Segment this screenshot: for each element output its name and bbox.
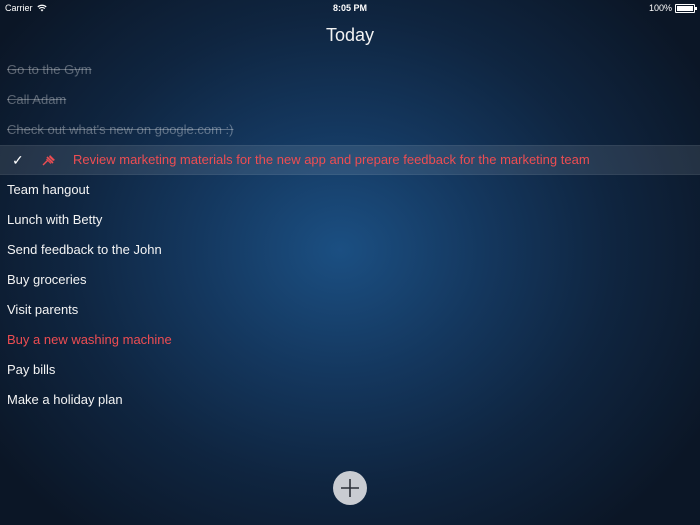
task-row-selected[interactable]: ✓ Review marketing materials for the new… xyxy=(0,145,700,175)
battery-label: 100% xyxy=(648,3,672,13)
add-task-button[interactable] xyxy=(333,471,367,505)
task-label: Go to the Gym xyxy=(7,62,92,77)
pin-icon[interactable] xyxy=(42,154,56,166)
task-row[interactable]: Lunch with Betty xyxy=(0,205,700,235)
status-right: 100% xyxy=(648,3,697,13)
status-time: 8:05 PM xyxy=(332,3,367,13)
task-row[interactable]: Buy groceries xyxy=(0,265,700,295)
task-label: Visit parents xyxy=(7,302,79,317)
task-list: Go to the Gym Call Adam Check out what's… xyxy=(0,55,700,415)
task-label: Lunch with Betty xyxy=(7,212,103,227)
task-label: Send feedback to the John xyxy=(7,242,162,257)
task-row[interactable]: Send feedback to the John xyxy=(0,235,700,265)
task-label: Check out what's new on google.com :) xyxy=(7,122,234,137)
task-row[interactable]: Go to the Gym xyxy=(0,55,700,85)
task-label: Review marketing materials for the new a… xyxy=(73,152,590,167)
task-row[interactable]: Check out what's new on google.com :) xyxy=(0,115,700,145)
plus-icon xyxy=(341,479,359,497)
task-row[interactable]: Pay bills xyxy=(0,355,700,385)
status-bar: Carrier 8:05 PM 100% xyxy=(0,0,700,16)
task-row[interactable]: Call Adam xyxy=(0,85,700,115)
check-icon[interactable]: ✓ xyxy=(12,146,24,174)
battery-icon xyxy=(675,3,697,13)
page-title: Today xyxy=(325,25,375,45)
task-label: Team hangout xyxy=(7,182,90,197)
task-row[interactable]: Buy a new washing machine xyxy=(0,325,700,355)
task-label: Buy groceries xyxy=(7,272,87,287)
task-row[interactable]: Make a holiday plan xyxy=(0,385,700,415)
task-label: Make a holiday plan xyxy=(7,392,123,407)
task-row[interactable]: Visit parents xyxy=(0,295,700,325)
task-label: Buy a new washing machine xyxy=(7,332,172,347)
task-label: Call Adam xyxy=(7,92,67,107)
task-row[interactable]: Team hangout xyxy=(0,175,700,205)
task-label: Pay bills xyxy=(7,362,56,377)
